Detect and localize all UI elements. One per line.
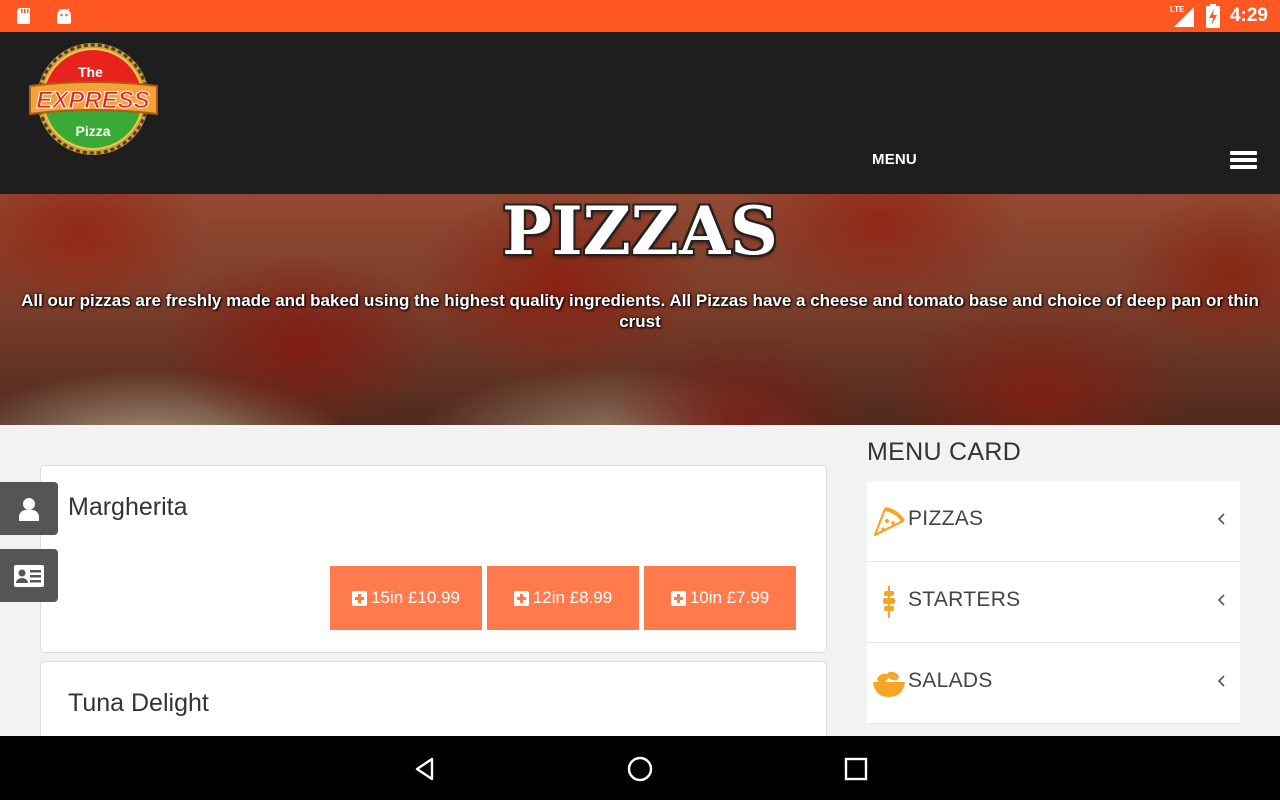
add-10in-button[interactable]: 10in £7.99 xyxy=(644,566,796,630)
status-time: 4:29 xyxy=(1229,5,1268,26)
chevron-left-icon xyxy=(1217,594,1225,606)
menu-link[interactable]: MENU xyxy=(872,151,917,168)
menu-card-list: PIZZAS STARTERS SALADS xyxy=(867,481,1240,724)
plus-square-icon xyxy=(513,590,529,606)
express-pizza-logo[interactable]: The EXPRESS Pizza xyxy=(26,42,161,157)
battery-charging-icon xyxy=(1205,4,1220,28)
menu-card-title: MENU CARD xyxy=(867,438,1022,466)
chevron-left-icon xyxy=(1217,513,1225,525)
salad-bowl-icon xyxy=(873,671,905,697)
back-icon[interactable] xyxy=(410,754,440,784)
user-icon xyxy=(19,497,39,521)
item-name: Margherita xyxy=(68,493,188,521)
hero-subtitle: All our pizzas are freshly made and bake… xyxy=(21,291,1259,331)
menu-category-starters[interactable]: STARTERS xyxy=(867,562,1240,643)
recents-icon[interactable] xyxy=(841,754,871,784)
hamburger-menu-icon[interactable] xyxy=(1230,151,1257,169)
menu-category-label: STARTERS xyxy=(908,588,1021,611)
skewer-icon xyxy=(883,586,895,618)
sd-card-icon xyxy=(17,8,30,24)
menu-category-salads[interactable]: SALADS xyxy=(867,643,1240,724)
svg-text:The: The xyxy=(78,64,103,80)
add-12in-button[interactable]: 12in £8.99 xyxy=(487,566,639,630)
add-15in-button[interactable]: 15in £10.99 xyxy=(330,566,482,630)
contact-tab[interactable] xyxy=(0,549,58,602)
plus-square-icon xyxy=(670,590,686,606)
status-bar: LTE 4:29 xyxy=(0,0,1280,32)
menu-category-label: SALADS xyxy=(908,669,993,692)
home-icon[interactable] xyxy=(625,754,655,784)
menu-category-pizzas[interactable]: PIZZAS xyxy=(867,481,1240,562)
item-name: Tuna Delight xyxy=(68,689,209,717)
page-title: PIZZAS xyxy=(502,194,778,270)
android-icon xyxy=(57,8,71,24)
site-header: The EXPRESS Pizza MENU xyxy=(0,32,1280,194)
system-nav-bar xyxy=(0,736,1280,800)
menu-item-card: Tuna Delight xyxy=(40,661,827,736)
main-content: Margherita 15in £10.99 12in £8.99 10in £… xyxy=(0,425,1280,736)
menu-item-card: Margherita 15in £10.99 12in £8.99 10in £… xyxy=(40,465,827,653)
svg-text:Pizza: Pizza xyxy=(75,123,110,139)
menu-category-label: PIZZAS xyxy=(908,507,984,530)
pizza-slice-icon xyxy=(873,507,905,537)
hero-banner: PIZZAS All our pizzas are freshly made a… xyxy=(0,194,1280,425)
plus-square-icon xyxy=(352,590,368,606)
signal-icon: LTE xyxy=(1170,5,1196,27)
contact-card-icon xyxy=(14,564,44,587)
chevron-left-icon xyxy=(1217,675,1225,687)
account-tab[interactable] xyxy=(0,482,58,535)
svg-text:EXPRESS: EXPRESS xyxy=(36,87,149,114)
